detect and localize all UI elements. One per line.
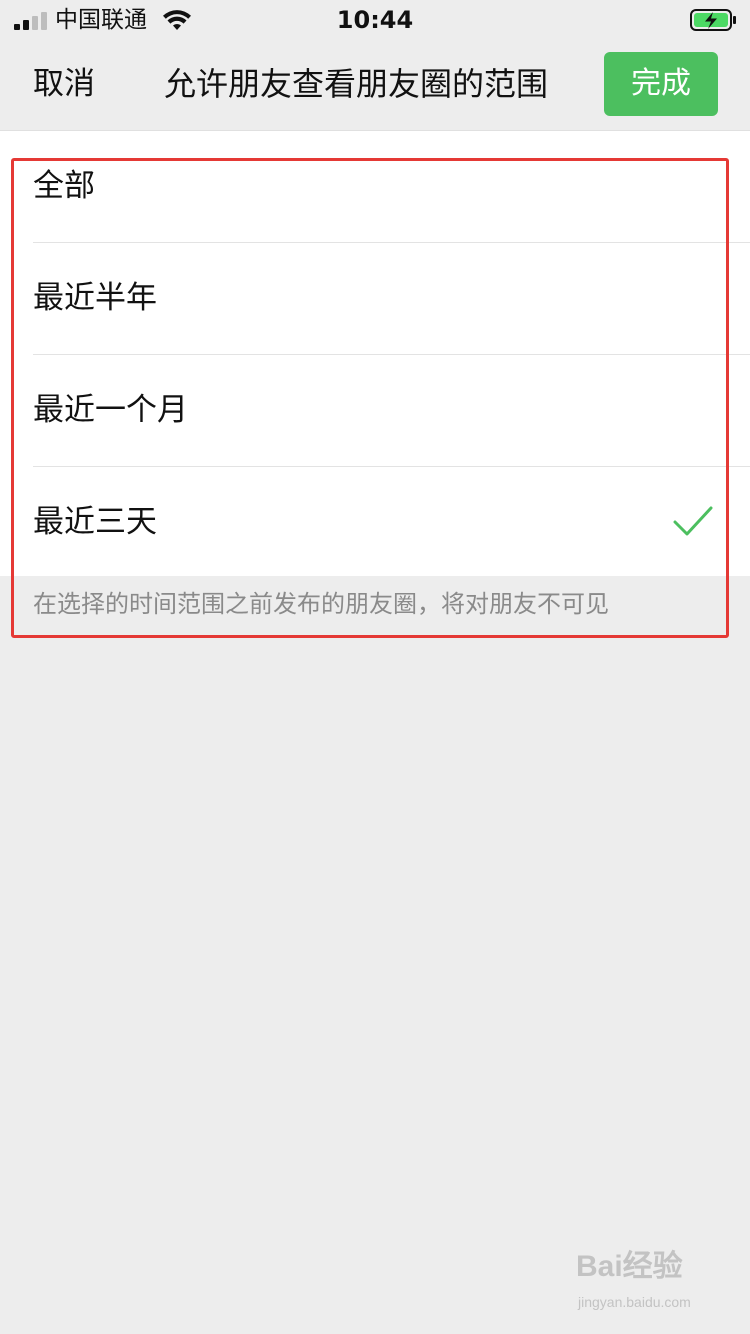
option-last-half-year[interactable]: 最近半年: [0, 243, 750, 354]
option-all[interactable]: 全部: [0, 131, 750, 242]
option-label: 最近三天: [33, 504, 157, 540]
option-label: 最近一个月: [33, 392, 188, 428]
checkmark-icon: [673, 506, 713, 536]
option-last-month[interactable]: 最近一个月: [0, 355, 750, 466]
done-button[interactable]: 完成: [604, 52, 718, 116]
battery-charging-icon: [690, 9, 736, 31]
hint-text: 在选择的时间范围之前发布的朋友圈，将对朋友不可见: [33, 590, 609, 618]
page-title: 允许朋友查看朋友圈的范围: [164, 65, 549, 103]
status-time: 10:44: [336, 6, 414, 34]
visibility-range-list: 全部 最近半年 最近一个月 最近三天: [0, 130, 750, 576]
status-bar: 中国联通 10:44: [0, 0, 750, 40]
watermark-logo: Bai经验: [576, 1250, 683, 1283]
option-last-three-days[interactable]: 最近三天: [0, 467, 750, 577]
cancel-button[interactable]: 取消: [33, 62, 95, 106]
watermark-url: jingyan.baidu.com: [578, 1294, 691, 1310]
option-label: 最近半年: [33, 280, 157, 316]
option-label: 全部: [33, 168, 95, 204]
watermark: Bai经验 jingyan.baidu.com: [576, 1250, 726, 1322]
navigation-bar: 取消 允许朋友查看朋友圈的范围 完成: [0, 40, 750, 130]
